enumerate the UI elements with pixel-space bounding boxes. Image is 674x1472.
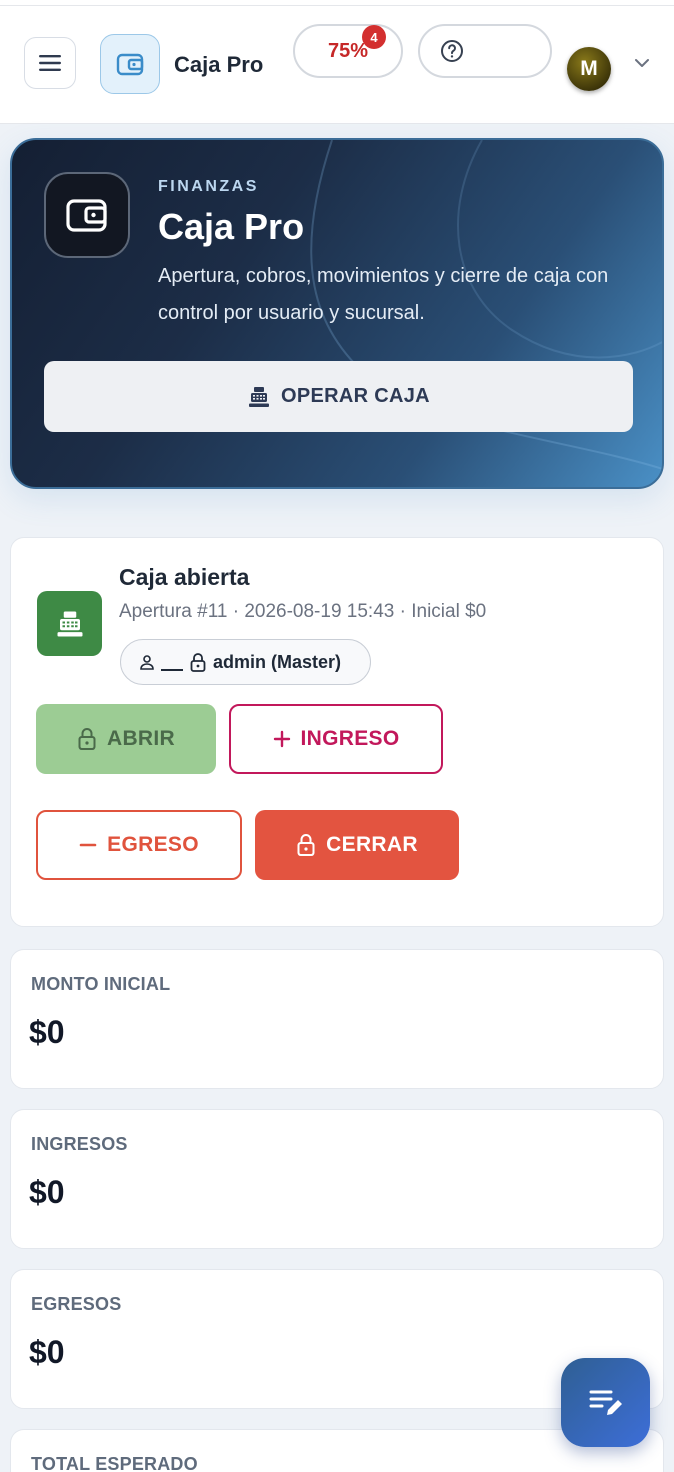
progress-value: 75% (327, 39, 369, 62)
help-pill[interactable] (418, 24, 552, 78)
progress-pill[interactable]: 75% (293, 24, 403, 78)
income-button[interactable]: INGRESO (229, 704, 443, 774)
chevron-down-icon[interactable] (634, 58, 650, 68)
cash-register-icon (249, 386, 270, 407)
hero-kicker: FINANZAS (158, 178, 259, 195)
lock-icon (297, 834, 315, 856)
edit-list-icon (589, 1390, 622, 1415)
top-bar: Caja Pro 75% 4 M (0, 6, 674, 124)
wallet-icon (116, 53, 144, 76)
register-status-card: Caja abierta Apertura #11 · 2026-08-19 1… (10, 537, 664, 927)
expense-label: EGRESO (107, 833, 199, 856)
app-logo[interactable] (100, 34, 160, 94)
notes-fab-button[interactable] (561, 1358, 650, 1447)
operate-register-label: OPERAR CAJA (281, 385, 430, 407)
hero-banner: FINANZAS Caja Pro Apertura, cobros, movi… (10, 138, 664, 489)
hero-description: Apertura, cobros, movimientos y cierre d… (158, 265, 609, 324)
stat-label: MONTO INICIAL (31, 974, 171, 994)
menu-button[interactable] (24, 37, 76, 89)
cash-register-icon (57, 611, 82, 636)
status-subtitle: Apertura #11 · 2026-08-19 15:43 · Inicia… (119, 601, 487, 622)
user-icon (140, 655, 154, 670)
expense-button[interactable]: EGRESO (36, 810, 242, 880)
stat-value: $0 (29, 1334, 65, 1370)
user-chip-label: admin (Master) (213, 651, 342, 672)
notification-badge: 4 (362, 25, 386, 49)
open-register-label: ABRIR (107, 727, 175, 750)
open-register-button[interactable]: ABRIR (36, 704, 216, 774)
stat-label: INGRESOS (31, 1134, 128, 1154)
stat-label: EGRESOS (31, 1294, 122, 1314)
stat-value: $0 (29, 1014, 65, 1050)
app-name: Caja Pro (174, 52, 264, 77)
divider-underscore-icon (161, 669, 183, 671)
income-label: INGRESO (300, 727, 400, 750)
close-register-button[interactable]: CERRAR (255, 810, 459, 880)
avatar[interactable]: M (567, 47, 611, 91)
close-register-label: CERRAR (326, 833, 418, 856)
stat-card-initial: MONTO INICIAL $0 (10, 949, 664, 1089)
user-chip: admin (Master) (120, 639, 371, 685)
status-title: Caja abierta (119, 564, 250, 590)
lock-icon (190, 653, 206, 672)
register-icon-box (37, 591, 102, 656)
wallet-icon (66, 199, 107, 232)
plus-icon (273, 730, 290, 748)
help-icon (441, 40, 463, 62)
hero-icon-box (44, 172, 130, 258)
minus-icon (79, 843, 97, 847)
hamburger-icon (39, 55, 61, 71)
stat-value: $0 (29, 1174, 65, 1210)
stat-label: TOTAL ESPERADO (31, 1454, 198, 1472)
stat-card-income: INGRESOS $0 (10, 1109, 664, 1249)
operate-register-button[interactable]: OPERAR CAJA (44, 361, 633, 432)
hero-title: Caja Pro (158, 206, 305, 247)
lock-icon (78, 728, 96, 750)
